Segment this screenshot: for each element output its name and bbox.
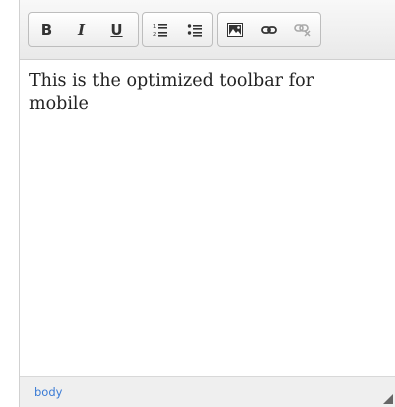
bulleted-list-icon [187, 23, 202, 37]
editor-content-area[interactable]: This is the optimized toolbar for mobile [20, 60, 395, 376]
unlink-icon [294, 23, 311, 37]
toolbar-group-lists: 1 2 [142, 12, 213, 47]
bulleted-list-button[interactable] [178, 13, 213, 46]
toolbar: B I U 1 2 [20, 0, 395, 60]
svg-text:2: 2 [153, 32, 156, 38]
bold-button[interactable]: B [29, 13, 64, 46]
svg-text:1: 1 [153, 24, 156, 30]
resize-handle-icon[interactable] [383, 394, 393, 404]
editor-paragraph[interactable]: This is the optimized toolbar for mobile [29, 70, 349, 116]
element-path-body[interactable]: body [34, 385, 62, 399]
unlink-button[interactable] [286, 13, 320, 46]
rich-text-editor: B I U 1 2 This is the optimized toolbar … [19, 0, 395, 407]
italic-button[interactable]: I [64, 13, 99, 46]
numbered-list-button[interactable]: 1 2 [143, 13, 178, 46]
image-icon [227, 22, 243, 37]
link-button[interactable] [252, 13, 286, 46]
underline-button[interactable]: U [99, 13, 134, 46]
image-button[interactable] [218, 13, 252, 46]
link-icon [261, 25, 277, 34]
toolbar-group-insert [217, 12, 321, 47]
toolbar-group-basic-styles: B I U [28, 12, 139, 47]
numbered-list-icon: 1 2 [153, 23, 168, 38]
status-bar: body [20, 376, 395, 407]
